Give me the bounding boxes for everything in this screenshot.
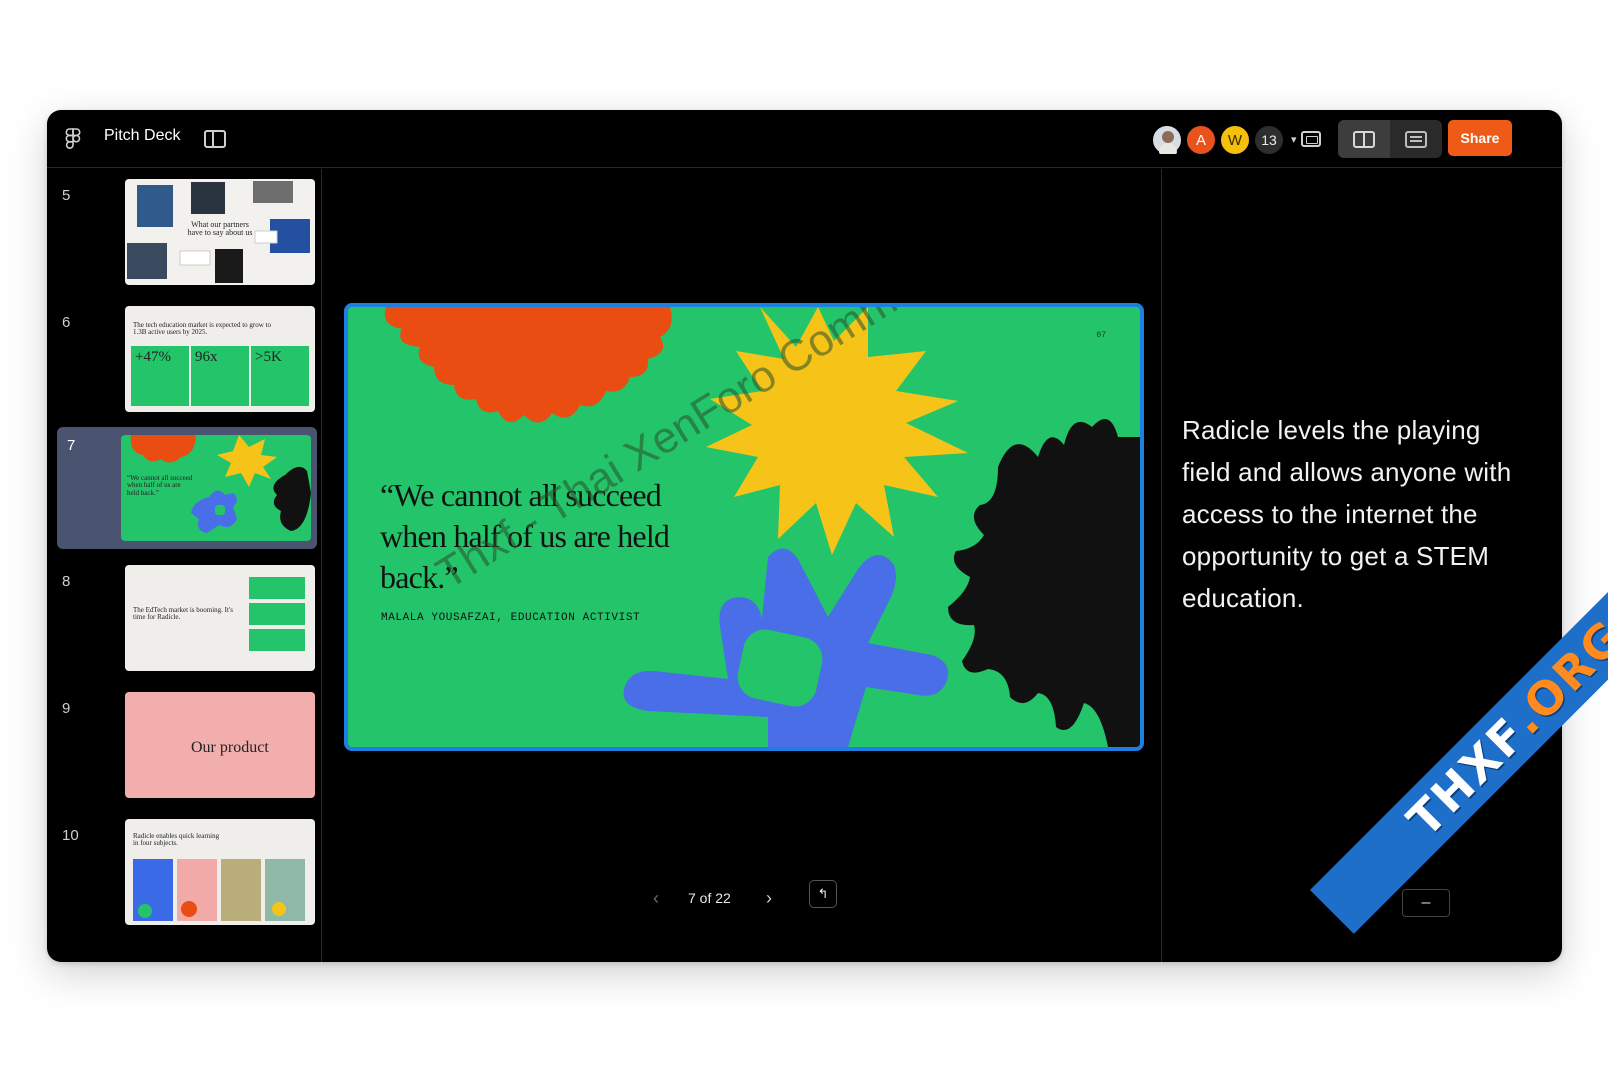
avatar-a[interactable]: A	[1185, 124, 1217, 156]
slide-number: 6	[62, 314, 71, 331]
stat-card	[249, 629, 305, 651]
stat-value: >5K	[255, 349, 282, 365]
present-icon	[1301, 131, 1321, 147]
thumbnail-row-10[interactable]: 10 Radicle enables quick learning in fou…	[47, 819, 322, 939]
split-view-icon	[1353, 130, 1375, 148]
slide-stage: “We cannot all succeed when half of us a…	[323, 169, 1161, 962]
thumbnail-row-9[interactable]: 9 Our product	[47, 692, 322, 812]
thumbnail-caption: Radicle enables quick learning in four s…	[133, 832, 220, 848]
stat-value: 96x	[195, 349, 218, 365]
present-button[interactable]	[1295, 120, 1327, 158]
thumbnail-caption: What our partners have to say about us	[187, 220, 253, 238]
slide-number: 5	[62, 187, 71, 204]
slide-thumbnail-8[interactable]: The EdTech market is booming. It's time …	[125, 565, 315, 671]
slide-number: 8	[62, 573, 71, 590]
slide-number: 10	[62, 827, 79, 844]
slide-thumbnail-7[interactable]: “We cannot all succeed when half of us a…	[121, 435, 311, 541]
thumbnail-caption: The EdTech market is booming. It's time …	[133, 606, 233, 622]
thumbnail-row-8[interactable]: 8 The EdTech market is booming. It's tim…	[47, 565, 322, 685]
sidebar-toggle-icon[interactable]	[204, 130, 226, 148]
thumbnail-caption: “We cannot all succeed when half of us a…	[127, 474, 193, 497]
chevron-right-icon[interactable]: ›	[766, 888, 772, 909]
thumbnail-caption: The tech education market is expected to…	[133, 321, 272, 337]
avatar-w[interactable]: W	[1219, 124, 1251, 156]
thumbnail-row-6[interactable]: 6 The tech education market is expected …	[47, 306, 322, 426]
share-button[interactable]: Share	[1448, 120, 1512, 156]
zoom-out-button[interactable]: –	[1402, 889, 1450, 917]
stat-card: >5K	[251, 346, 309, 406]
page-indicator: 7 of 22	[688, 890, 731, 906]
stat-card	[249, 603, 305, 625]
slide-page-number: 07	[1096, 331, 1106, 340]
chevron-left-icon[interactable]: ‹	[653, 888, 659, 909]
slide-sidebar: 5 What our partners have to say about us…	[47, 169, 322, 962]
split-view-button[interactable]	[1338, 120, 1390, 158]
current-slide[interactable]: “We cannot all succeed when half of us a…	[344, 303, 1144, 751]
avatar-photo[interactable]	[1151, 124, 1183, 156]
top-bar: Pitch Deck A W 13 ▾ Share	[47, 110, 1562, 168]
slide-number: 7	[67, 437, 76, 454]
slide-thumbnail-9[interactable]: Our product	[125, 692, 315, 798]
stat-card: +47%	[131, 346, 189, 406]
slide-thumbnail-5[interactable]: What our partners have to say about us	[125, 179, 315, 285]
speaker-notes-text[interactable]: Radicle levels the playing field and all…	[1182, 409, 1512, 619]
stat-card	[249, 577, 305, 599]
document-title[interactable]: Pitch Deck	[104, 127, 180, 145]
slide-thumbnail-6[interactable]: The tech education market is expected to…	[125, 306, 315, 412]
figma-logo-icon[interactable]	[65, 128, 81, 150]
view-toggle	[1338, 120, 1442, 158]
stat-value: +47%	[135, 349, 171, 365]
collaborator-count[interactable]: 13	[1253, 124, 1285, 156]
thumbnail-row-5[interactable]: 5 What our partners have to say about us	[47, 179, 322, 299]
slide-number: 9	[62, 700, 71, 717]
notes-view-icon	[1405, 130, 1427, 148]
slide-thumbnail-10[interactable]: Radicle enables quick learning in four s…	[125, 819, 315, 925]
thumbnail-caption: Our product	[191, 739, 269, 756]
notes-view-button[interactable]	[1390, 120, 1442, 158]
stat-card: 96x	[191, 346, 249, 406]
thumbnail-row-7-selected[interactable]: 7 “We cannot all succeed when half of us…	[57, 427, 317, 549]
app-window: Pitch Deck A W 13 ▾ Share 5 What our par…	[47, 110, 1562, 962]
slide-quote: “We cannot all succeed when half of us a…	[380, 477, 670, 595]
slide-attribution: MALALA YOUSAFZAI, EDUCATION ACTIVIST	[381, 612, 641, 624]
return-arrow-icon[interactable]: ↰	[809, 880, 837, 908]
